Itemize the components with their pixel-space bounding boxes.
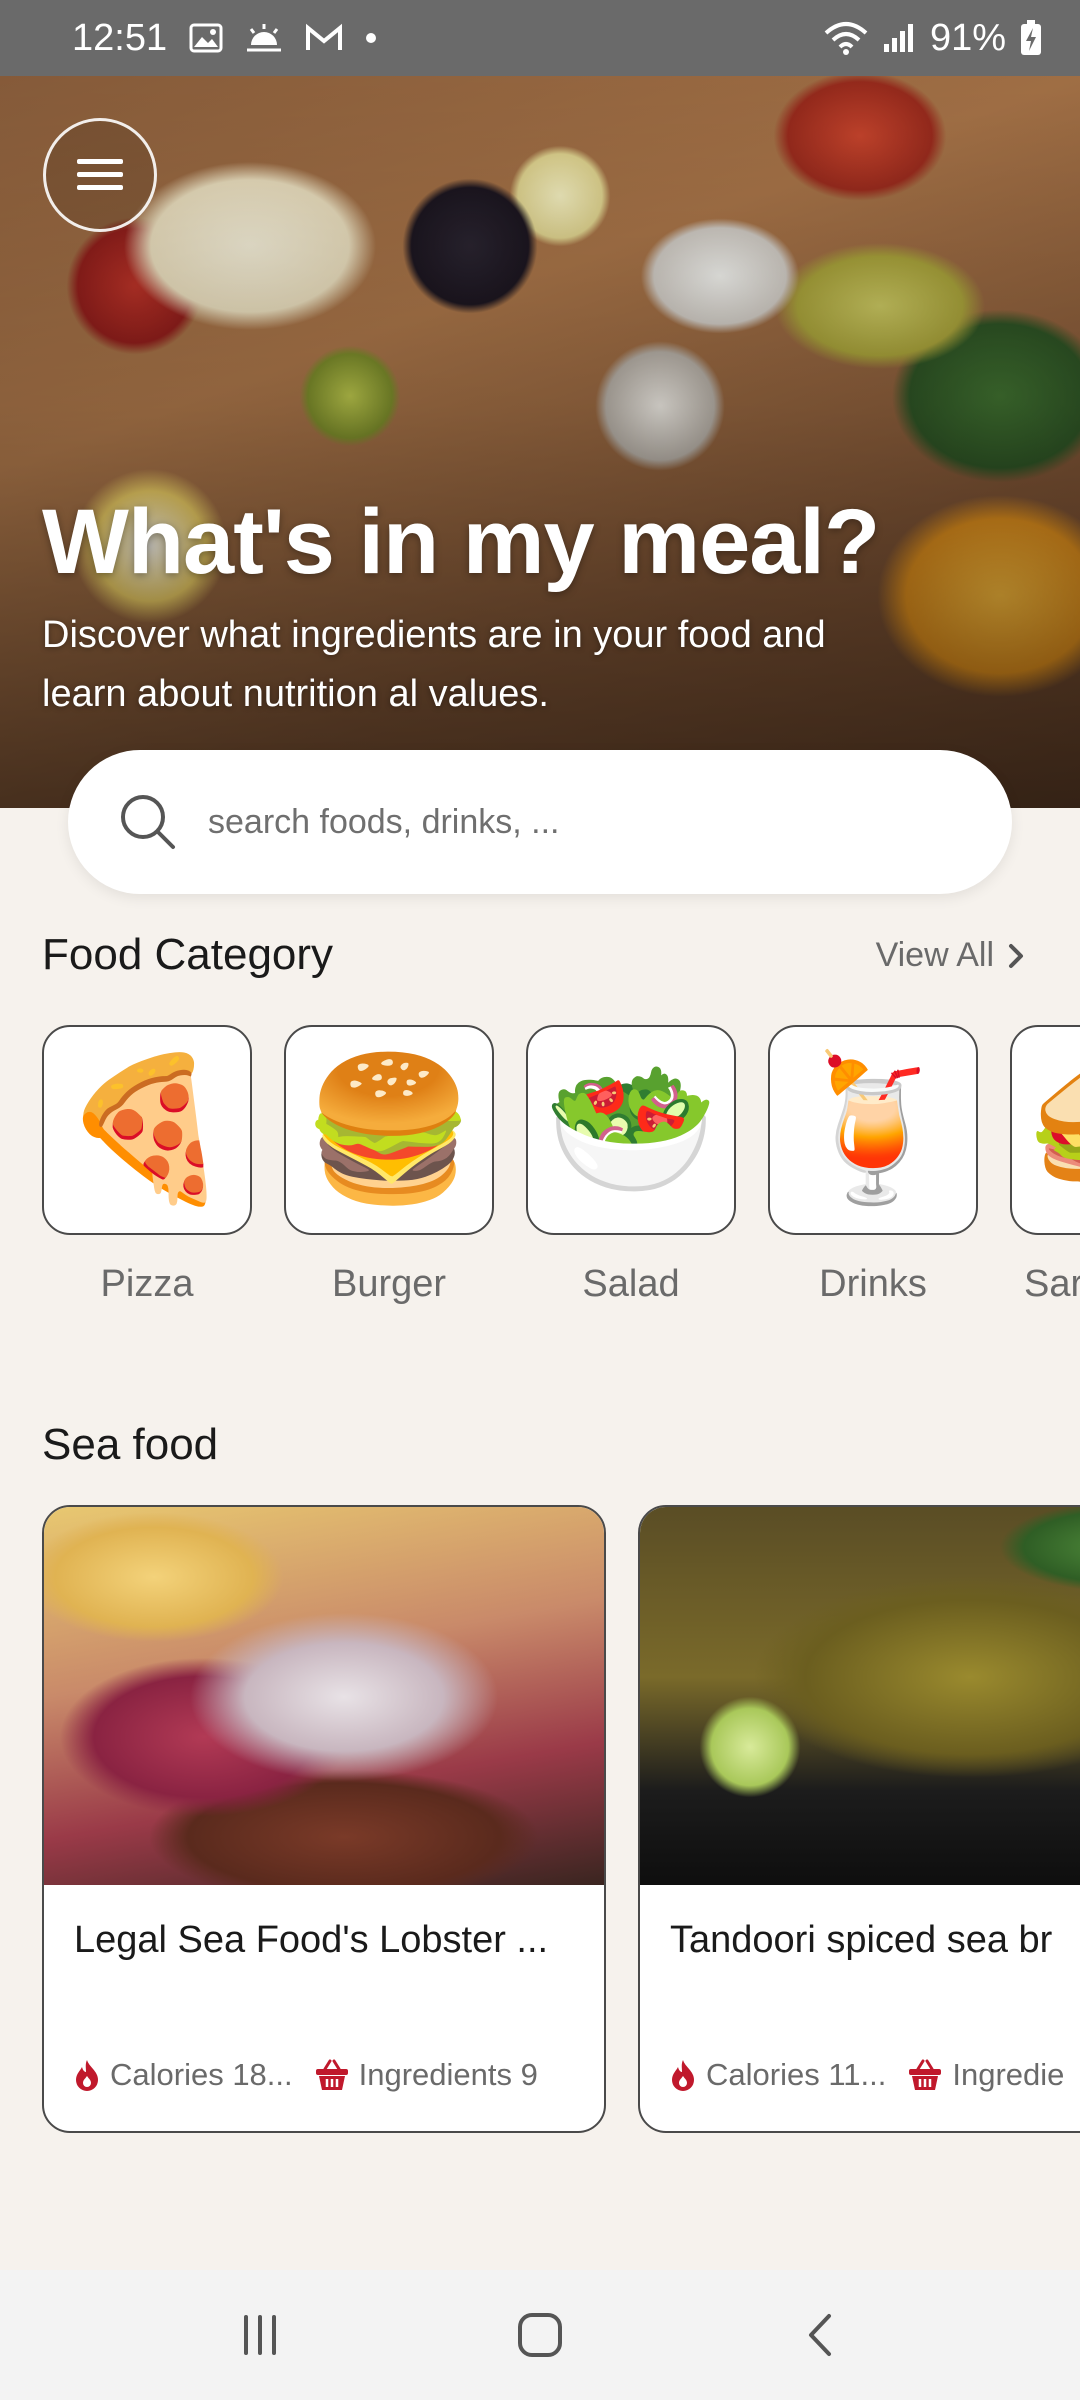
sea-food-list: Legal Sea Food's Lobster ... Calories 18…	[42, 1505, 1080, 2135]
category-item-burger[interactable]: 🍔 Burger	[284, 1025, 494, 1306]
status-right: 91%	[824, 17, 1042, 60]
view-all-button[interactable]: View All	[876, 936, 1024, 975]
food-category-title: Food Category	[42, 930, 334, 979]
category-item-drinks[interactable]: 🍹 Drinks	[768, 1025, 978, 1306]
view-all-label: View All	[875, 936, 994, 974]
gallery-icon	[189, 18, 223, 58]
recent-apps-button[interactable]	[200, 2285, 320, 2385]
basket-icon	[315, 2059, 348, 2090]
back-icon	[809, 2314, 831, 2356]
search-icon	[116, 790, 180, 854]
calories-info: Calories 18...	[74, 2057, 293, 2093]
ingredients-text: Ingredie	[952, 2057, 1065, 2092]
gmail-icon	[305, 18, 343, 58]
dot-icon	[365, 18, 377, 58]
ingredients-info: Ingredients 9	[315, 2057, 538, 2093]
status-bar: 12:51 91%	[0, 0, 1080, 76]
calories-text: Calories 18...	[110, 2057, 293, 2092]
food-card-title: Legal Sea Food's Lobster ...	[74, 1919, 549, 1961]
category-label: Drinks	[819, 1263, 927, 1305]
category-label: Salad	[582, 1263, 680, 1305]
sea-food-title: Sea food	[42, 1420, 219, 1469]
signal-icon	[882, 18, 916, 58]
wifi-icon	[824, 18, 868, 58]
food-card[interactable]: Tandoori spiced sea br Calories 11... In…	[638, 1505, 1080, 2133]
hero-title: What's in my meal?	[42, 491, 880, 593]
sandwich-icon: 🥪	[1010, 1025, 1080, 1235]
chevron-right-icon	[1009, 943, 1023, 968]
calories-info: Calories 11...	[670, 2057, 886, 2093]
category-item-pizza[interactable]: 🍕 Pizza	[42, 1025, 252, 1306]
system-nav-bar	[0, 2270, 1080, 2400]
category-label: Pizza	[100, 1263, 194, 1305]
search-input[interactable]	[208, 802, 964, 842]
app-screen: 12:51 91% What's in my meal? Discover wh…	[0, 0, 1080, 2400]
menu-button[interactable]	[43, 118, 157, 232]
category-item-sandwich[interactable]: 🥪 Sar	[1010, 1025, 1080, 1306]
recent-apps-icon	[244, 2315, 276, 2355]
back-button[interactable]	[760, 2285, 880, 2385]
ingredients-text: Ingredients 9	[358, 2057, 538, 2092]
food-card-meta: Calories 18... Ingredients 9	[74, 2057, 588, 2093]
category-item-salad[interactable]: 🥗 Salad	[526, 1025, 736, 1306]
drink-icon: 🍹	[768, 1025, 978, 1235]
battery-charging-icon	[1020, 18, 1042, 58]
food-card-meta: Calories 11... Ingredie	[670, 2057, 1080, 2093]
food-card-image	[640, 1507, 1080, 1885]
hamburger-menu-icon	[77, 159, 123, 190]
flame-icon	[76, 2060, 98, 2091]
category-list: 🍕 Pizza 🍔 Burger 🥗 Salad 🍹 Drinks 🥪 Sar	[42, 1025, 1080, 1325]
weather-icon	[245, 18, 283, 58]
basket-icon	[909, 2059, 942, 2090]
salad-icon: 🥗	[526, 1025, 736, 1235]
category-label: Sar	[1024, 1263, 1080, 1305]
ingredients-info: Ingredie	[908, 2057, 1064, 2093]
category-label: Burger	[331, 1263, 447, 1305]
food-card-title: Tandoori spiced sea br	[670, 1919, 1053, 1961]
status-time: 12:51	[72, 16, 168, 59]
pizza-icon: 🍕	[42, 1025, 252, 1235]
food-card[interactable]: Legal Sea Food's Lobster ... Calories 18…	[42, 1505, 606, 2133]
hero-subtitle: Discover what ingredients are in your fo…	[42, 614, 826, 715]
status-left: 12:51	[72, 17, 377, 60]
food-card-image	[44, 1507, 604, 1885]
home-button[interactable]	[480, 2285, 600, 2385]
calories-text: Calories 11...	[706, 2057, 887, 2092]
flame-icon	[672, 2060, 694, 2091]
home-icon	[518, 2313, 562, 2357]
search-bar[interactable]	[68, 750, 1012, 894]
battery-percent: 91%	[929, 16, 1006, 59]
burger-icon: 🍔	[284, 1025, 494, 1235]
